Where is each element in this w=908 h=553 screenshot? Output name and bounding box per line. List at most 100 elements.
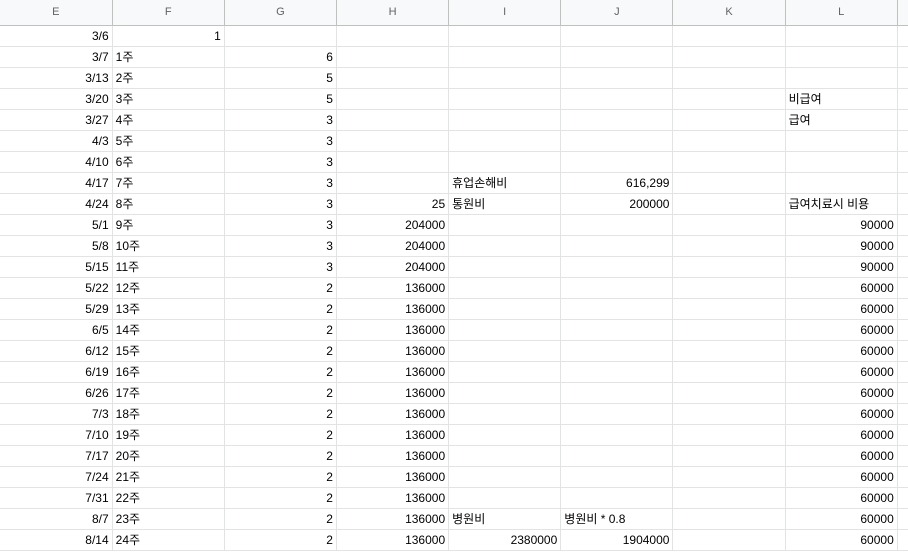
cell-l[interactable] [785,172,898,194]
column-header-m[interactable]: M [897,0,908,26]
cell-l[interactable]: 60000 [785,508,898,530]
cell-f[interactable]: 15주 [112,340,225,362]
cell-k[interactable] [672,109,786,131]
cell-g[interactable]: 2 [224,298,337,320]
cell-m[interactable] [897,340,908,362]
column-header-i[interactable]: I [448,0,562,26]
cell-h[interactable]: 136000 [336,445,450,467]
cell-j[interactable] [560,277,674,299]
cell-f[interactable]: 1 [112,25,225,47]
cell-l[interactable]: 60000 [785,529,898,551]
cell-f[interactable]: 13주 [112,298,225,320]
cell-f[interactable]: 17주 [112,382,225,404]
cell-i[interactable] [448,235,562,257]
cell-e[interactable]: 4/24 [0,193,113,215]
cell-i[interactable] [448,319,562,341]
cell-m[interactable]: 30000 [897,109,908,131]
cell-j[interactable] [560,319,674,341]
cell-l[interactable]: 급여 [785,109,898,131]
cell-h[interactable] [336,130,450,152]
cell-j[interactable]: 200000 [560,193,674,215]
cell-m[interactable] [897,361,908,383]
cell-l[interactable]: 60000 [785,445,898,467]
cell-g[interactable]: 5 [224,67,337,89]
cell-g[interactable]: 3 [224,151,337,173]
cell-k[interactable] [672,235,786,257]
cell-k[interactable] [672,67,786,89]
cell-l[interactable] [785,67,898,89]
cell-j[interactable] [560,151,674,173]
cell-i[interactable] [448,340,562,362]
cell-g[interactable]: 3 [224,130,337,152]
cell-i[interactable] [448,445,562,467]
cell-l[interactable]: 60000 [785,361,898,383]
cell-i[interactable] [448,130,562,152]
cell-g[interactable]: 3 [224,109,337,131]
cell-k[interactable] [672,88,786,110]
cell-i[interactable]: 휴업손해비 [448,172,562,194]
cell-h[interactable]: 136000 [336,361,450,383]
cell-k[interactable] [672,298,786,320]
cell-g[interactable]: 5 [224,88,337,110]
cell-m[interactable] [897,214,908,236]
cell-i[interactable] [448,46,562,68]
cell-k[interactable] [672,445,786,467]
cell-j[interactable] [560,256,674,278]
cell-g[interactable]: 2 [224,529,337,551]
cell-m[interactable] [897,424,908,446]
cell-i[interactable] [448,109,562,131]
cell-l[interactable]: 60000 [785,403,898,425]
cell-e[interactable]: 7/24 [0,466,113,488]
cell-h[interactable]: 136000 [336,298,450,320]
cell-f[interactable]: 9주 [112,214,225,236]
cell-m[interactable] [897,466,908,488]
cell-h[interactable] [336,109,450,131]
cell-g[interactable]: 2 [224,424,337,446]
cell-i[interactable] [448,361,562,383]
cell-k[interactable] [672,151,786,173]
cell-i[interactable] [448,25,562,47]
cell-m[interactable] [897,319,908,341]
cell-l[interactable]: 60000 [785,487,898,509]
cell-f[interactable]: 14주 [112,319,225,341]
cell-i[interactable]: 2380000 [448,529,562,551]
cell-f[interactable]: 23주 [112,508,225,530]
cell-j[interactable] [560,361,674,383]
cell-j[interactable] [560,46,674,68]
cell-g[interactable]: 2 [224,445,337,467]
cell-l[interactable]: 60000 [785,382,898,404]
cell-l[interactable]: 60000 [785,466,898,488]
cell-f[interactable]: 7주 [112,172,225,194]
cell-j[interactable]: 병원비 * 0.8 [560,508,674,530]
cell-l[interactable] [785,151,898,173]
cell-g[interactable]: 3 [224,235,337,257]
cell-g[interactable]: 2 [224,340,337,362]
cell-i[interactable] [448,88,562,110]
cell-m[interactable] [897,403,908,425]
cell-i[interactable] [448,298,562,320]
cell-i[interactable] [448,151,562,173]
cell-f[interactable]: 16주 [112,361,225,383]
cell-g[interactable]: 2 [224,382,337,404]
cell-h[interactable]: 136000 [336,424,450,446]
cell-k[interactable] [672,319,786,341]
cell-k[interactable] [672,382,786,404]
cell-f[interactable]: 8주 [112,193,225,215]
cell-e[interactable]: 6/19 [0,361,113,383]
cell-l[interactable]: 60000 [785,340,898,362]
cell-k[interactable] [672,361,786,383]
cell-f[interactable]: 21주 [112,466,225,488]
cell-k[interactable] [672,214,786,236]
cell-m[interactable] [897,256,908,278]
cell-h[interactable]: 136000 [336,508,450,530]
cell-e[interactable]: 6/26 [0,382,113,404]
column-header-g[interactable]: G [224,0,337,26]
cell-m[interactable] [897,508,908,530]
cell-g[interactable]: 2 [224,466,337,488]
cell-h[interactable] [336,25,450,47]
cell-m[interactable] [897,277,908,299]
cell-g[interactable] [224,25,337,47]
cell-h[interactable]: 136000 [336,487,450,509]
cell-g[interactable]: 2 [224,277,337,299]
cell-f[interactable]: 4주 [112,109,225,131]
